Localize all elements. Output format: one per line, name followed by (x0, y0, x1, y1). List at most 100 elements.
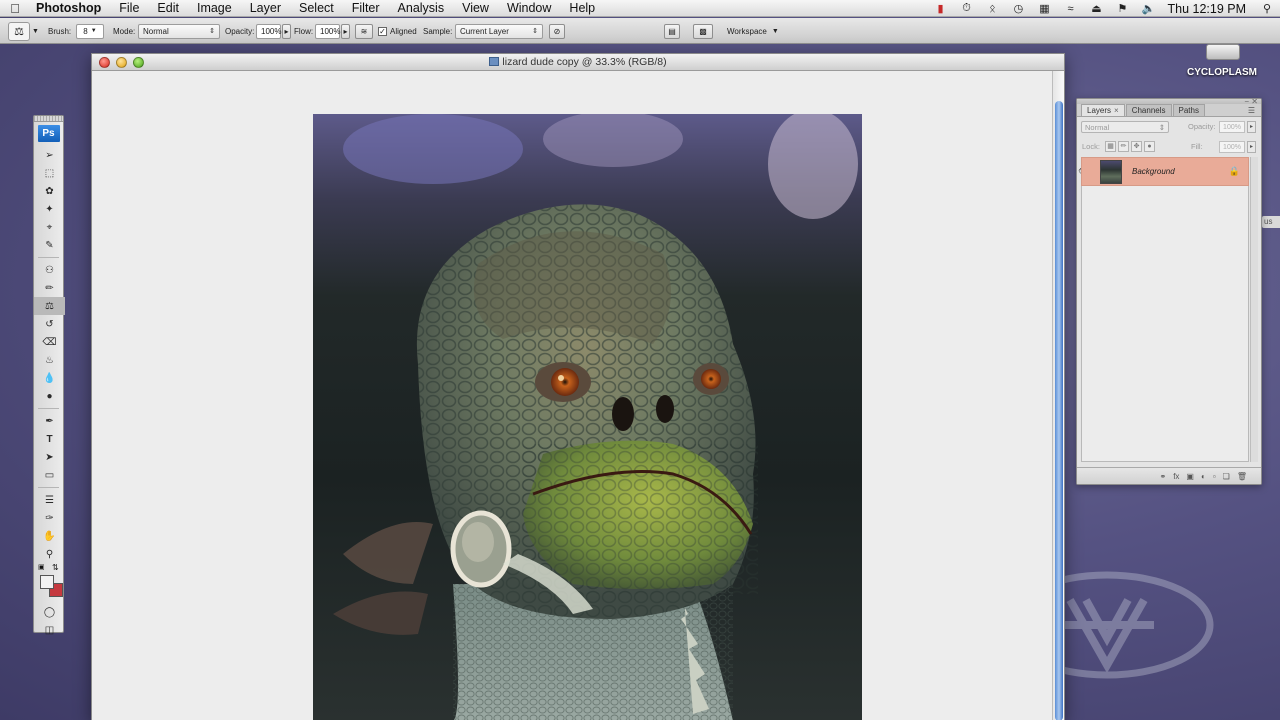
menu-window[interactable]: Window (498, 0, 560, 17)
adjustment-layer-icon[interactable]: ◐ (1201, 472, 1206, 481)
link-layers-icon[interactable]: ⚭ (1159, 472, 1166, 481)
opacity-slider-arrow-icon[interactable]: ▸ (282, 23, 291, 39)
mode-dropdown[interactable]: Normal ⇕ (138, 23, 220, 39)
menu-layer[interactable]: Layer (241, 0, 290, 17)
crop-tool-icon[interactable]: ⌖ (34, 218, 65, 236)
lock-transparency-icon[interactable]: ▦ (1105, 141, 1116, 152)
canvas-area[interactable] (92, 71, 1054, 720)
new-layer-icon[interactable]: ❏ (1223, 472, 1230, 481)
eyedropper-tool-icon[interactable]: ✑ (34, 509, 65, 527)
menu-filter[interactable]: Filter (343, 0, 389, 17)
workspace-menu[interactable]: Workspace (727, 27, 767, 36)
hand-tool-icon[interactable]: ✋ (34, 527, 65, 545)
layer-style-icon[interactable]: fx (1173, 472, 1179, 481)
layer-mask-icon[interactable]: ▣ (1186, 472, 1194, 481)
menu-analysis[interactable]: Analysis (389, 0, 454, 17)
menu-select[interactable]: Select (290, 0, 343, 17)
bridge-icon[interactable]: ▩ (693, 23, 713, 39)
sample-dropdown[interactable]: Current Layer ⇕ (455, 23, 543, 39)
hard-drive-icon[interactable] (1206, 44, 1240, 60)
move-tool-icon[interactable]: ➢ (34, 146, 65, 164)
layers-scrollbar[interactable] (1250, 157, 1258, 462)
paint-bucket-tool-icon[interactable]: ♨ (34, 351, 65, 369)
adobe-updater-icon[interactable]: ▮ (927, 2, 953, 15)
close-icon[interactable]: × (1114, 106, 1119, 115)
brush-size-picker[interactable]: 8 ▼ (76, 23, 104, 39)
palette-grip[interactable] (34, 116, 63, 122)
spotlight-icon[interactable]: ⚲ (1254, 2, 1280, 15)
notes-tool-icon[interactable]: ☰ (34, 491, 65, 509)
aligned-checkbox[interactable]: ✓ (378, 26, 387, 36)
quick-mask-icon[interactable]: ◯ (34, 603, 65, 621)
eject-icon[interactable]: ⏏ (1083, 2, 1109, 15)
slice-tool-icon[interactable]: ✎ (34, 236, 65, 254)
time-machine-icon[interactable]: ⏱ (953, 2, 979, 15)
flow-slider-arrow-icon[interactable]: ▸ (341, 23, 350, 39)
lasso-tool-icon[interactable]: ✿ (34, 182, 65, 200)
menu-app-name[interactable]: Photoshop (30, 0, 110, 17)
lock-all-icon[interactable]: ● (1144, 141, 1155, 152)
blur-tool-icon[interactable]: 💧 (34, 369, 65, 387)
type-tool-icon[interactable]: T (34, 430, 65, 448)
wifi-icon[interactable]: ≈ (1057, 3, 1083, 15)
lock-image-icon[interactable]: ✏ (1118, 141, 1129, 152)
fill-input[interactable]: 100% (1219, 141, 1245, 153)
pen-tool-icon[interactable]: ✒ (34, 412, 65, 430)
default-colors-icon[interactable]: ▣ (38, 563, 45, 571)
script-icon[interactable]: ▦ (1031, 2, 1057, 15)
zoom-tool-icon[interactable]: ⚲ (34, 545, 65, 563)
opacity-slider-arrow-icon[interactable]: ▸ (1247, 121, 1256, 133)
foreground-color-swatch[interactable] (40, 575, 54, 589)
drive-label[interactable]: CYCLOPLASM (1180, 67, 1264, 78)
close-button[interactable] (99, 57, 110, 68)
clone-stamp-tool-icon[interactable]: ⚖ (34, 297, 65, 315)
ps-logo-icon[interactable]: Ps (37, 125, 60, 142)
magic-wand-tool-icon[interactable]: ✦ (34, 200, 65, 218)
panel-menu-icon[interactable]: ☰ (1248, 106, 1255, 115)
menu-file[interactable]: File (110, 0, 148, 17)
palette-well-icon[interactable]: ▤ (664, 23, 680, 39)
menu-view[interactable]: View (453, 0, 498, 17)
path-selection-tool-icon[interactable]: ➤ (34, 448, 65, 466)
scrollbar-thumb[interactable] (1055, 101, 1063, 720)
minimize-button[interactable] (116, 57, 127, 68)
lizard-image[interactable] (313, 114, 862, 720)
lock-position-icon[interactable]: ✥ (1131, 141, 1142, 152)
menu-clock[interactable]: Thu 12:19 PM (1161, 2, 1254, 16)
screen-mode-icon[interactable]: ◫ (34, 621, 65, 639)
offscreen-window-edge[interactable]: us (1262, 216, 1280, 228)
document-title-bar[interactable]: lizard dude copy @ 33.3% (RGB/8) (92, 54, 1064, 71)
tab-channels[interactable]: Channels (1125, 104, 1172, 116)
panel-collapse-icon[interactable]: − ✕ (1244, 97, 1258, 106)
swap-colors-icon[interactable]: ⇅ (52, 563, 59, 572)
flow-input[interactable]: 100% (315, 23, 340, 39)
apple-icon[interactable]:  (0, 1, 30, 16)
document-proxy-icon[interactable] (489, 57, 500, 66)
flag-icon[interactable]: ⚑ (1109, 2, 1135, 15)
layer-opacity-input[interactable]: 100% (1219, 121, 1245, 133)
layer-row-background[interactable]: Background 🔒 (1081, 157, 1249, 186)
marquee-tool-icon[interactable]: ⬚ (34, 164, 65, 182)
bluetooth-icon[interactable]: ᛟ (979, 3, 1005, 15)
new-group-icon[interactable]: ▫ (1213, 472, 1216, 481)
zoom-button[interactable] (133, 57, 144, 68)
history-brush-tool-icon[interactable]: ↺ (34, 315, 65, 333)
tab-layers[interactable]: Layers × (1081, 104, 1125, 116)
fill-slider-arrow-icon[interactable]: ▸ (1247, 141, 1256, 153)
dodge-tool-icon[interactable]: ● (34, 387, 65, 405)
brush-tool-icon[interactable]: ✏ (34, 279, 65, 297)
volume-icon[interactable]: 🔈 (1135, 2, 1161, 15)
tool-preset-picker[interactable]: ⚖ ▼ (8, 18, 42, 44)
delete-layer-icon[interactable]: 🗑 (1237, 472, 1247, 481)
airbrush-icon[interactable]: ≋ (355, 23, 373, 39)
opacity-input[interactable]: 100% (256, 23, 281, 39)
rectangle-tool-icon[interactable]: ▭ (34, 466, 65, 484)
vertical-scrollbar[interactable] (1052, 71, 1064, 720)
blend-mode-dropdown[interactable]: Normal ⇕ (1081, 121, 1169, 133)
ignore-adjustment-layers-icon[interactable]: ⊘ (549, 23, 565, 39)
healing-brush-tool-icon[interactable]: ⚇ (34, 261, 65, 279)
menu-edit[interactable]: Edit (148, 0, 188, 17)
layer-name[interactable]: Background (1132, 167, 1175, 176)
clock-icon[interactable]: ◷ (1005, 2, 1031, 15)
menu-image[interactable]: Image (188, 0, 241, 17)
